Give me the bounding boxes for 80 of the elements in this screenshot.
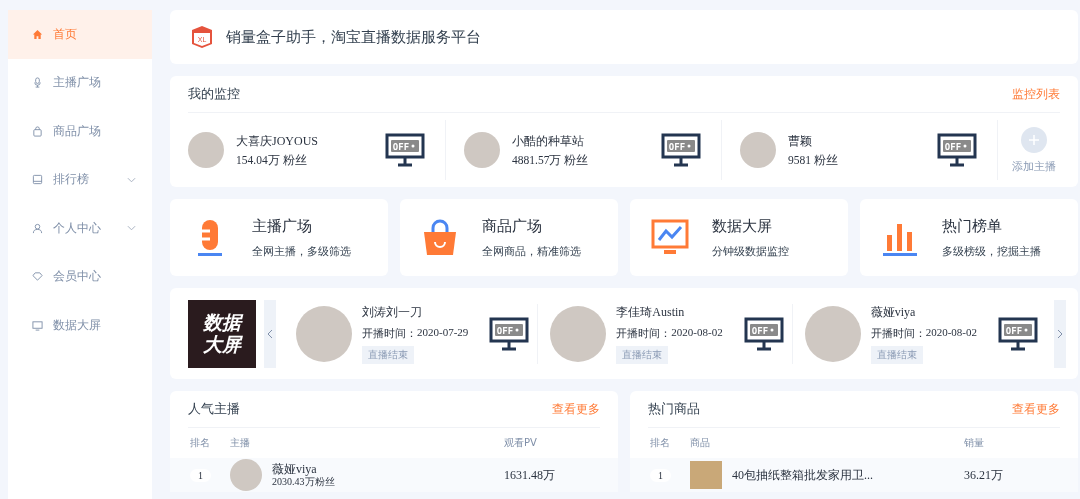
column-header: 主播 (230, 436, 251, 450)
feature-subtitle: 分钟级数据监控 (712, 243, 789, 259)
start-time-label: 开播时间： (870, 325, 926, 341)
column-header: 排名 (649, 436, 671, 450)
feature-card[interactable]: 商品广场 全网商品，精准筛选 (400, 199, 618, 276)
sidebar-item[interactable]: 主播广场 (8, 58, 152, 107)
plus-icon (1028, 133, 1040, 146)
section-title: 我的监控 (188, 85, 240, 103)
fan-count: 154.04万 粉丝 (236, 152, 308, 168)
start-date: 2020-08-02 (925, 325, 977, 340)
streamer-name: 小酷的种草站 (512, 132, 585, 150)
streamer-name: 曹颖 (788, 132, 813, 150)
chevron-right-icon (1057, 328, 1063, 339)
rank-badge: 1 (650, 468, 671, 482)
feature-subtitle: 全网商品，精准筛选 (482, 243, 581, 259)
column-header: 排名 (189, 436, 211, 450)
streamer-name: 大喜庆JOYOUS (236, 132, 319, 150)
feature-title: 商品广场 (482, 216, 543, 236)
page-title: 销量盒子助手，淘宝直播数据服务平台 (226, 27, 481, 47)
home-icon (32, 28, 43, 40)
bag-icon (32, 125, 43, 137)
chevron-down-icon (127, 225, 136, 232)
streamer-name: 薇娅viya (870, 303, 916, 321)
feature-title: 热门榜单 (942, 216, 1003, 236)
column-header: 销量 (964, 436, 985, 450)
user-icon (32, 222, 43, 234)
product-name: 40包抽纸整箱批发家用卫... (732, 466, 873, 484)
sidebar-item[interactable]: 排行榜 (8, 155, 152, 204)
section-title: 热门商品 (648, 400, 700, 418)
data-screen-banner[interactable]: 数据 大屏 (188, 299, 256, 368)
monitor-list-link[interactable]: 监控列表 (1012, 85, 1060, 103)
monitor-icon (32, 319, 43, 331)
sidebar-item[interactable]: 商品广场 (8, 107, 152, 156)
sidebar-item[interactable]: 会员中心 (8, 252, 152, 301)
chevron-left-icon (267, 328, 273, 339)
feature-card[interactable]: 数据大屏 分钟级数据监控 (630, 199, 848, 276)
previous-button[interactable] (264, 299, 276, 368)
next-button[interactable] (1054, 299, 1066, 368)
feature-card[interactable]: 热门榜单 多级榜级，挖掘主播 (860, 199, 1078, 276)
streamer-name: 李佳琦Austin (616, 303, 685, 321)
feature-title: 主播广场 (252, 216, 313, 236)
avatar-placeholder (740, 132, 776, 168)
add-streamer-label: 添加主播 (1012, 158, 1056, 174)
feature-subtitle: 多级榜级，挖掘主播 (942, 243, 1041, 259)
chevron-down-icon (127, 176, 136, 183)
feature-card[interactable]: 主播广场 全网主播，多级筛选 (170, 199, 388, 276)
table-row[interactable]: 1 薇娅viya 2030.43万粉丝 1631.48万 (170, 458, 618, 492)
status-tag: 直播结束 (616, 345, 669, 364)
diamond-icon (32, 271, 43, 283)
microphone-icon (32, 77, 43, 89)
product-photo-placeholder (690, 461, 722, 489)
streamer-name: 刘涛刘一刀 (362, 303, 422, 321)
streamer-name: 薇娅viya (272, 461, 318, 477)
fan-count: 4881.57万 粉丝 (512, 152, 590, 168)
view-more-link[interactable]: 查看更多 (1012, 400, 1060, 418)
start-time-label: 开播时间： (362, 325, 417, 341)
avatar-placeholder (230, 459, 262, 491)
fan-count: 9581 粉丝 (788, 152, 839, 168)
column-header: 观看PV (504, 436, 538, 450)
table-row[interactable]: 1 40包抽纸整箱批发家用卫... 36.21万 (630, 458, 1078, 492)
status-tag: 直播结束 (362, 345, 414, 364)
fan-count: 2030.43万粉丝 (272, 476, 335, 489)
view-more-link[interactable]: 查看更多 (552, 400, 600, 418)
sidebar-item[interactable]: 数据大屏 (8, 301, 152, 350)
section-title: 人气主播 (188, 400, 240, 418)
feature-title: 数据大屏 (712, 216, 773, 236)
sales-value: 36.21万 (964, 466, 1004, 484)
status-tag: 直播结束 (870, 345, 923, 364)
start-date: 2020-08-02 (671, 325, 723, 340)
avatar-placeholder (188, 132, 224, 168)
sidebar-item[interactable]: 首页 (8, 10, 152, 59)
sidebar-item[interactable]: 个人中心 (8, 204, 152, 253)
pv-value: 1631.48万 (504, 466, 556, 484)
avatar-placeholder (464, 132, 500, 168)
feature-subtitle: 全网主播，多级筛选 (252, 243, 351, 259)
add-button[interactable] (1021, 126, 1047, 153)
column-header: 商品 (690, 436, 711, 450)
rank-badge: 1 (190, 468, 211, 482)
start-time-label: 开播时间： (616, 325, 672, 341)
start-date: 2020-07-29 (417, 325, 469, 340)
